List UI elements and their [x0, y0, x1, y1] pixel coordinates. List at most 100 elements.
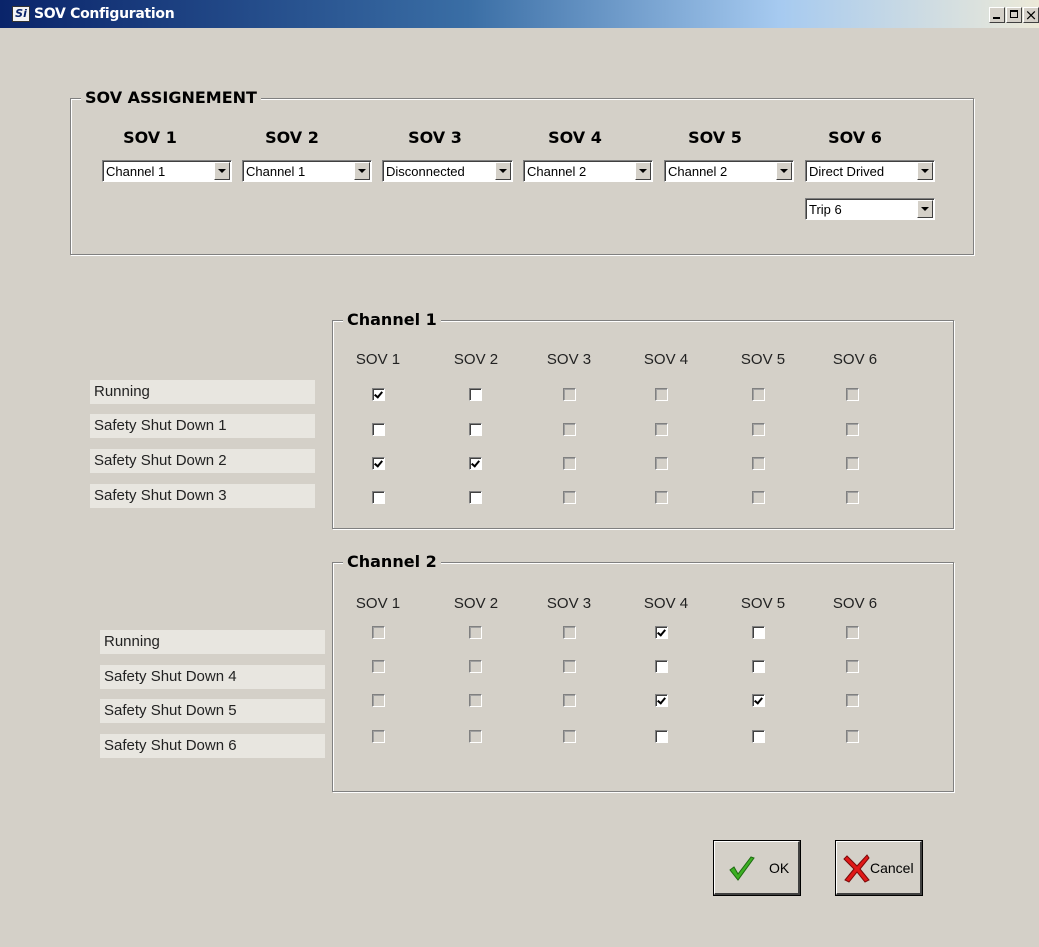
channel1-col-sov6: SOV 6 [832, 351, 878, 368]
chevron-down-icon[interactable] [917, 162, 933, 180]
channel2-checkbox-r1-sov1 [372, 626, 385, 639]
channel1-checkbox-r3-sov2[interactable] [469, 457, 482, 470]
channel1-checkbox-r4-sov3 [563, 491, 576, 504]
si-logo-icon: Si [12, 6, 30, 22]
channel1-row-label-ssd1: Safety Shut Down 1 [90, 414, 315, 438]
minimize-icon [993, 17, 1000, 19]
channel2-checkbox-r3-sov3 [563, 694, 576, 707]
channel1-checkbox-r4-sov5 [752, 491, 765, 504]
green-check-icon [729, 856, 755, 881]
channel2-row-label-running: Running [100, 630, 325, 654]
channel2-col-sov3: SOV 3 [546, 595, 592, 612]
channel1-checkbox-r2-sov1[interactable] [372, 423, 385, 436]
sov4-assignment-select[interactable]: Channel 2 [523, 160, 653, 182]
channel1-checkbox-r2-sov3 [563, 423, 576, 436]
cancel-button[interactable]: Cancel [836, 841, 922, 895]
channel2-checkbox-r1-sov6 [846, 626, 859, 639]
channel1-col-sov5: SOV 5 [740, 351, 786, 368]
sov2-assignment-value: Channel 1 [246, 164, 306, 179]
minimize-button[interactable] [989, 7, 1005, 23]
channel1-checkbox-r3-sov4 [655, 457, 668, 470]
channel1-col-sov2: SOV 2 [453, 351, 499, 368]
sov5-assignment-value: Channel 2 [668, 164, 728, 179]
channel1-checkbox-r1-sov4 [655, 388, 668, 401]
chevron-down-icon[interactable] [917, 200, 933, 218]
channel2-row-label-ssd5: Safety Shut Down 5 [100, 699, 325, 723]
channel2-checkbox-r3-sov5[interactable] [752, 694, 765, 707]
sov2-assignment-select[interactable]: Channel 1 [242, 160, 372, 182]
sov4-assignment-value: Channel 2 [527, 164, 587, 179]
channel1-checkbox-r3-sov3 [563, 457, 576, 470]
maximize-icon [1010, 10, 1018, 18]
channel1-checkbox-r2-sov2[interactable] [469, 423, 482, 436]
channel2-checkbox-r4-sov3 [563, 730, 576, 743]
channel1-col-sov4: SOV 4 [643, 351, 689, 368]
channel1-checkbox-r3-sov1[interactable] [372, 457, 385, 470]
title-bar[interactable]: Si SOV Configuration × [0, 0, 1039, 28]
channel2-checkbox-r2-sov5[interactable] [752, 660, 765, 673]
channel2-checkbox-r4-sov5[interactable] [752, 730, 765, 743]
channel2-col-sov6: SOV 6 [832, 595, 878, 612]
channel1-row-label-running: Running [90, 380, 315, 404]
channel2-checkbox-r3-sov4[interactable] [655, 694, 668, 707]
channel1-checkbox-r1-sov2[interactable] [469, 388, 482, 401]
sov6-assignment-value: Direct Drived [809, 164, 885, 179]
channel2-checkbox-r1-sov5[interactable] [752, 626, 765, 639]
channel2-checkbox-r2-sov6 [846, 660, 859, 673]
channel2-checkbox-r2-sov2 [469, 660, 482, 673]
channel1-checkbox-r4-sov1[interactable] [372, 491, 385, 504]
channel2-checkbox-r3-sov1 [372, 694, 385, 707]
channel1-col-sov3: SOV 3 [546, 351, 592, 368]
channel2-checkbox-r2-sov4[interactable] [655, 660, 668, 673]
chevron-down-icon[interactable] [214, 162, 230, 180]
channel2-checkbox-r2-sov3 [563, 660, 576, 673]
channel2-title: Channel 2 [343, 552, 441, 572]
channel2-col-sov4: SOV 4 [643, 595, 689, 612]
channel2-col-sov2: SOV 2 [453, 595, 499, 612]
channel1-title: Channel 1 [343, 310, 441, 330]
maximize-button[interactable] [1006, 7, 1022, 23]
channel2-col-sov1: SOV 1 [355, 595, 401, 612]
channel1-col-sov1: SOV 1 [355, 351, 401, 368]
channel2-row-label-ssd6: Safety Shut Down 6 [100, 734, 325, 758]
sov5-assignment-select[interactable]: Channel 2 [664, 160, 794, 182]
sov-header-1: SOV 1 [123, 128, 177, 147]
sov6-trip-value: Trip 6 [809, 202, 842, 217]
ok-button[interactable]: OK [714, 841, 800, 895]
chevron-down-icon[interactable] [354, 162, 370, 180]
close-icon: × [1024, 6, 1038, 24]
channel2-row-label-ssd4: Safety Shut Down 4 [100, 665, 325, 689]
red-x-icon [843, 854, 870, 883]
channel2-checkbox-r1-sov2 [469, 626, 482, 639]
channel2-checkbox-r4-sov4[interactable] [655, 730, 668, 743]
channel1-checkbox-r4-sov4 [655, 491, 668, 504]
channel2-checkbox-r3-sov6 [846, 694, 859, 707]
window-controls: × [988, 6, 1039, 25]
sov6-assignment-select[interactable]: Direct Drived [805, 160, 935, 182]
channel1-checkbox-r1-sov1[interactable] [372, 388, 385, 401]
sov-header-3: SOV 3 [408, 128, 462, 147]
channel1-checkbox-r4-sov6 [846, 491, 859, 504]
sov6-trip-select[interactable]: Trip 6 [805, 198, 935, 220]
chevron-down-icon[interactable] [776, 162, 792, 180]
cancel-label: Cancel [870, 860, 914, 876]
channel1-checkbox-r2-sov6 [846, 423, 859, 436]
channel2-checkbox-r2-sov1 [372, 660, 385, 673]
channel1-checkbox-r3-sov6 [846, 457, 859, 470]
channel2-checkbox-r1-sov4[interactable] [655, 626, 668, 639]
sov-assignment-title: SOV ASSIGNEMENT [81, 88, 261, 108]
sov-header-4: SOV 4 [548, 128, 602, 147]
close-button[interactable]: × [1023, 6, 1039, 24]
channel1-checkbox-r1-sov5 [752, 388, 765, 401]
chevron-down-icon[interactable] [635, 162, 651, 180]
sov3-assignment-value: Disconnected [386, 164, 465, 179]
channel2-checkbox-r4-sov1 [372, 730, 385, 743]
sov-header-6: SOV 6 [828, 128, 882, 147]
sov3-assignment-select[interactable]: Disconnected [382, 160, 513, 182]
channel2-checkbox-r3-sov2 [469, 694, 482, 707]
sov1-assignment-select[interactable]: Channel 1 [102, 160, 232, 182]
channel1-checkbox-r1-sov6 [846, 388, 859, 401]
channel1-checkbox-r4-sov2[interactable] [469, 491, 482, 504]
channel1-checkbox-r1-sov3 [563, 388, 576, 401]
chevron-down-icon[interactable] [495, 162, 511, 180]
